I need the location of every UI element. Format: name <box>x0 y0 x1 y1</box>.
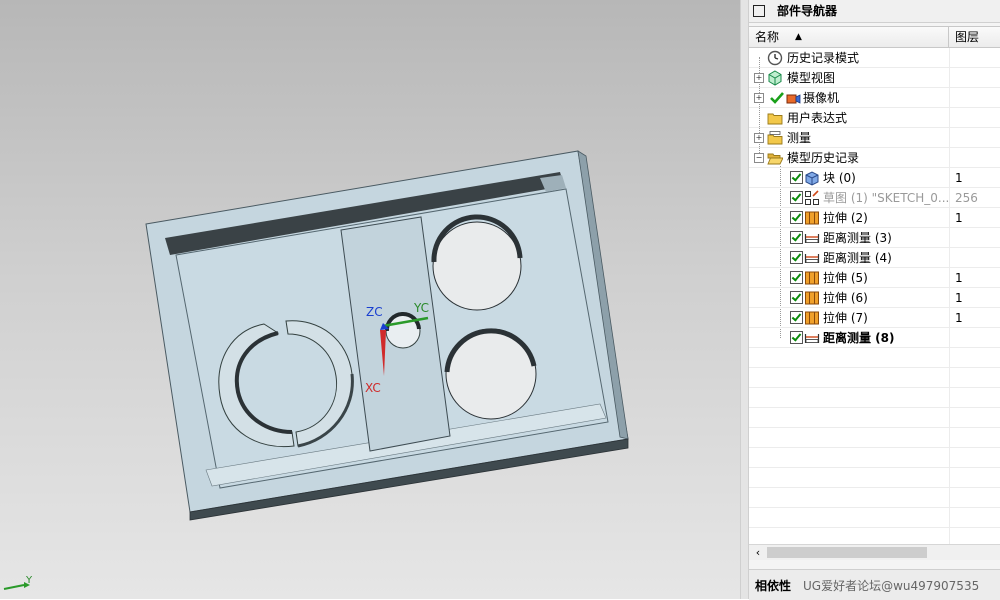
expand-plus-icon[interactable]: + <box>754 133 764 143</box>
tree-row-feature[interactable]: 拉伸 (7) 1 <box>749 308 1000 328</box>
empty-row <box>749 528 1000 545</box>
visibility-checkbox[interactable] <box>790 251 803 264</box>
tree-row-label: 块 (0) <box>823 171 856 185</box>
csys-y-label: Y <box>26 575 33 586</box>
tree-row-layer: 1 <box>955 311 963 325</box>
model-view[interactable]: ZC YC XC <box>0 0 740 599</box>
navigator-title-bar: 部件导航器 <box>749 0 1000 23</box>
extrude-icon <box>805 211 819 225</box>
navigator-tree-table[interactable]: 名称 ▲ 图层 历史记录模式 + 模型视图 + 摄像机 用户表达式 + 测量 −… <box>749 26 1000 545</box>
window-square-icon <box>753 5 765 17</box>
visibility-checkbox[interactable] <box>790 231 803 244</box>
tree-row-label: 拉伸 (2) <box>823 211 868 225</box>
scrollbar-thumb[interactable] <box>767 547 927 558</box>
tree-row-layer: 256 <box>955 191 978 205</box>
right-top-hole <box>432 221 522 311</box>
visibility-checkbox[interactable] <box>790 171 803 184</box>
tree-row-layer: 1 <box>955 211 963 225</box>
empty-row <box>749 408 1000 428</box>
dependency-label[interactable]: 相依性 <box>755 577 791 594</box>
tree-row-label: 测量 <box>787 131 812 145</box>
measure-folder-icon <box>767 131 783 145</box>
tree-header: 名称 ▲ 图层 <box>749 27 1000 48</box>
block-icon <box>805 171 819 186</box>
dependency-panel[interactable]: 相依性 UG爱好者论坛@wu497907535 <box>749 569 1000 600</box>
empty-row <box>749 368 1000 388</box>
tree-row-label: 模型历史记录 <box>787 151 860 165</box>
tree-row-label: 用户表达式 <box>787 111 848 125</box>
tree-row-history-mode[interactable]: 历史记录模式 <box>749 48 1000 68</box>
tree-row-feature[interactable]: 距离测量 (3) <box>749 228 1000 248</box>
navigator-title: 部件导航器 <box>777 4 838 18</box>
tree-row-label: 距离测量 (3) <box>823 231 892 245</box>
empty-row <box>749 508 1000 528</box>
extrude-icon <box>805 291 819 305</box>
scroll-left-icon[interactable]: ‹ <box>751 545 765 560</box>
sort-up-icon: ▲ <box>795 32 802 42</box>
empty-row <box>749 468 1000 488</box>
open-folder-icon <box>767 153 783 165</box>
visibility-checkbox[interactable] <box>790 331 803 344</box>
tree-row-user-expressions[interactable]: 用户表达式 <box>749 108 1000 128</box>
tree-row-layer: 1 <box>955 171 963 185</box>
empty-row <box>749 448 1000 468</box>
tree-row-feature[interactable]: 草图 (1) "SKETCH_0... 256 <box>749 188 1000 208</box>
tree-row-label: 草图 (1) "SKETCH_0... <box>823 191 950 205</box>
expand-plus-icon[interactable]: + <box>754 93 764 103</box>
zc-label: ZC <box>366 305 383 319</box>
tree-row-layer: 1 <box>955 271 963 285</box>
extrude-icon <box>805 271 819 285</box>
folder-icon <box>767 113 783 125</box>
tree-row-label: 历史记录模式 <box>787 51 860 65</box>
tree-row-cameras[interactable]: + 摄像机 <box>749 88 1000 108</box>
green-check-icon <box>770 92 784 104</box>
tree-row-feature-current[interactable]: 距离测量 (8) <box>749 328 1000 348</box>
column-header-name[interactable]: 名称 ▲ <box>749 27 949 47</box>
tree-row-label: 拉伸 (7) <box>823 311 868 325</box>
collapse-minus-icon[interactable]: − <box>754 153 764 163</box>
empty-row <box>749 428 1000 448</box>
clock-icon <box>767 50 783 66</box>
tree-row-label: 拉伸 (6) <box>823 291 868 305</box>
model-view-cube-icon <box>768 70 782 86</box>
horizontal-scrollbar[interactable]: ‹ <box>749 544 1000 560</box>
forum-watermark: UG爱好者论坛@wu497907535 <box>803 579 980 593</box>
tree-row-label: 拉伸 (5) <box>823 271 868 285</box>
tree-row-label: 距离测量 (8) <box>823 331 895 345</box>
tree-row-model-history[interactable]: − 模型历史记录 <box>749 148 1000 168</box>
distance-measure-icon <box>804 234 820 243</box>
tree-row-label: 距离测量 (4) <box>823 251 892 265</box>
tree-row-model-views[interactable]: + 模型视图 <box>749 68 1000 88</box>
tree-row-feature[interactable]: 距离测量 (4) <box>749 248 1000 268</box>
tree-row-feature[interactable]: 拉伸 (6) 1 <box>749 288 1000 308</box>
tree-row-measurements[interactable]: + 测量 <box>749 128 1000 148</box>
expand-plus-icon[interactable]: + <box>754 73 764 83</box>
tree-row-layer: 1 <box>955 291 963 305</box>
column-header-layer[interactable]: 图层 <box>949 27 1000 47</box>
empty-row <box>749 348 1000 368</box>
empty-row <box>749 488 1000 508</box>
tree-row-feature[interactable]: 块 (0) 1 <box>749 168 1000 188</box>
graphics-viewport[interactable]: ZC YC XC Y <box>0 0 740 599</box>
empty-row <box>749 388 1000 408</box>
tree-row-label: 模型视图 <box>787 71 836 85</box>
xc-label: XC <box>365 381 381 395</box>
tree-row-feature[interactable]: 拉伸 (2) 1 <box>749 208 1000 228</box>
visibility-checkbox[interactable] <box>790 191 803 204</box>
panel-splitter[interactable] <box>740 0 749 599</box>
distance-measure-icon <box>804 254 820 263</box>
visibility-checkbox[interactable] <box>790 311 803 324</box>
extrude-icon <box>805 311 819 325</box>
tree-row-feature[interactable]: 拉伸 (5) 1 <box>749 268 1000 288</box>
sketch-icon <box>805 190 819 205</box>
visibility-checkbox[interactable] <box>790 291 803 304</box>
visibility-checkbox[interactable] <box>790 211 803 224</box>
camera-icon <box>786 94 801 104</box>
yc-label: YC <box>413 301 429 315</box>
part-navigator[interactable]: 部件导航器 名称 ▲ 图层 历史记录模式 + 模型视图 + 摄像机 用户表达式 … <box>749 0 1000 600</box>
tree-row-label: 摄像机 <box>803 91 840 105</box>
distance-measure-icon <box>804 334 820 343</box>
visibility-checkbox[interactable] <box>790 271 803 284</box>
